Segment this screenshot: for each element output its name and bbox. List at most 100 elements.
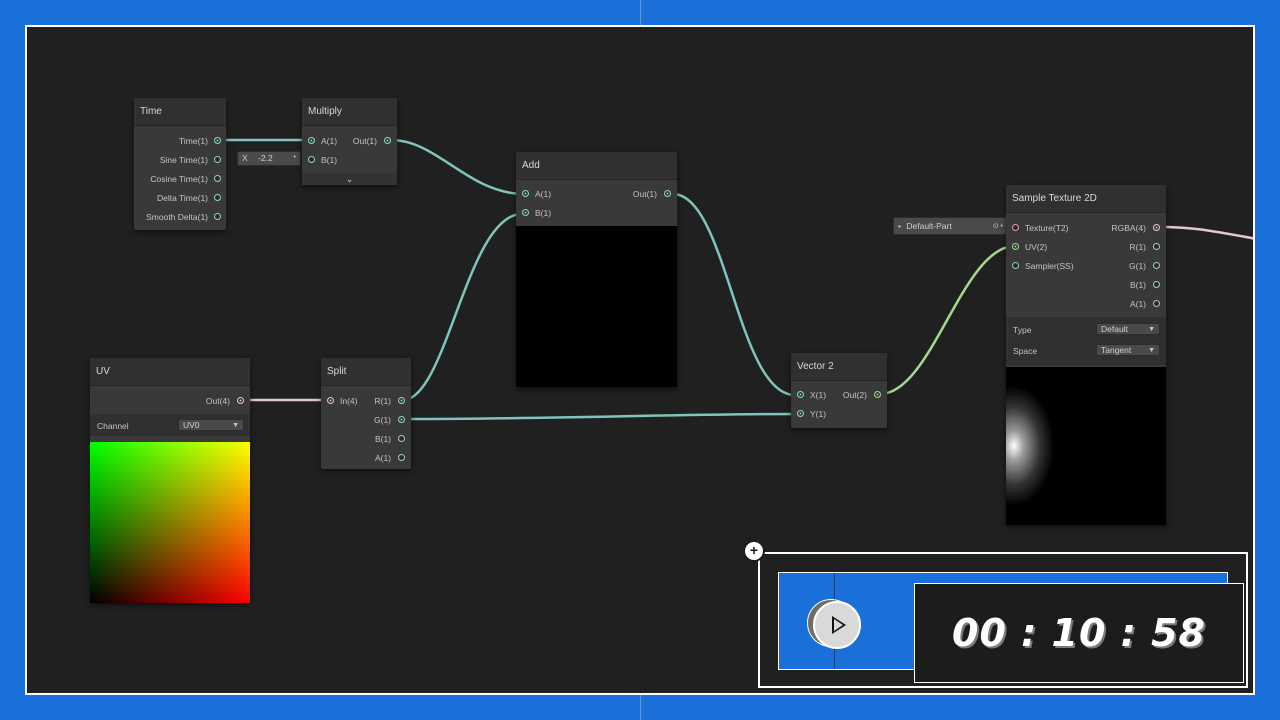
play-icon xyxy=(832,616,846,634)
timer-overlay: 00 : 10 : 58 xyxy=(758,552,1248,688)
sample-texture-2d-title: Sample Texture 2D xyxy=(1006,185,1166,213)
wire-rgba-out xyxy=(1159,225,1253,240)
multiply-b-axis-label: X xyxy=(242,153,248,163)
multiply-input-b-port[interactable] xyxy=(308,156,315,163)
split-output-b-label: B(1) xyxy=(374,434,391,444)
texture-default-field[interactable]: • Default-Part ⊙ • xyxy=(893,217,1008,235)
add-input-a-label: A(1) xyxy=(535,189,552,199)
split-output-b-port[interactable] xyxy=(398,435,405,442)
split-node[interactable]: Split In(4) R(1) G(1) B(1) A(1) xyxy=(321,358,411,469)
sample-texture-2d-node[interactable]: Sample Texture 2D Texture(T2) UV(2) Samp… xyxy=(1006,185,1166,525)
r-output-port[interactable] xyxy=(1153,243,1160,250)
gear-icon: • xyxy=(293,154,296,161)
space-dropdown[interactable]: Tangent ▼ xyxy=(1096,344,1160,356)
play-button[interactable] xyxy=(813,601,861,649)
space-label: Space xyxy=(1013,346,1038,356)
add-output-label: Out(1) xyxy=(632,189,657,199)
multiply-node[interactable]: Multiply A(1) B(1) Out(1) ⌄ xyxy=(302,98,397,185)
add-output-port[interactable] xyxy=(664,190,671,197)
split-input-label: In(4) xyxy=(340,396,358,406)
multiply-expand-toggle[interactable]: ⌄ xyxy=(302,173,397,185)
caret-down-icon: ▼ xyxy=(1148,347,1155,354)
add-node-title: Add xyxy=(516,152,677,180)
uv-node-title: UV xyxy=(90,358,250,386)
vector2-node-title: Vector 2 xyxy=(791,353,887,381)
smooth-delta-output-label: Smooth Delta(1) xyxy=(146,212,208,222)
uv-input-port[interactable] xyxy=(1012,243,1019,250)
multiply-input-a-port[interactable] xyxy=(308,137,315,144)
sampler-input-port[interactable] xyxy=(1012,262,1019,269)
uv-node[interactable]: UV Out(4) Channel UV0 ▼ xyxy=(90,358,250,603)
uv-output-label: Out(4) xyxy=(205,396,230,406)
uv-output-port[interactable] xyxy=(237,397,244,404)
uv-input-label: UV(2) xyxy=(1025,242,1048,252)
multiply-node-title: Multiply xyxy=(302,98,397,126)
caret-down-icon: ▼ xyxy=(232,422,239,429)
wire-add-to-vector2 xyxy=(672,192,796,397)
vector2-input-y-label: Y(1) xyxy=(810,409,827,419)
sine-time-output-port[interactable] xyxy=(214,156,221,163)
rgba-output-label: RGBA(4) xyxy=(1111,223,1146,233)
multiply-input-a-label: A(1) xyxy=(321,136,338,146)
uv-channel-row: Channel UV0 ▼ xyxy=(90,414,250,436)
timer-text: 00 : 10 : 58 xyxy=(952,611,1206,655)
multiply-b-value: -2.2 xyxy=(258,153,273,163)
uv-channel-value: UV0 xyxy=(183,420,200,430)
uv-preview xyxy=(90,442,250,603)
add-node[interactable]: Add A(1) B(1) Out(1) xyxy=(516,152,677,387)
split-output-r-label: R(1) xyxy=(374,396,391,406)
add-preview xyxy=(516,226,677,387)
delta-time-output-port[interactable] xyxy=(214,194,221,201)
split-output-a-port[interactable] xyxy=(398,454,405,461)
caret-down-icon: ▼ xyxy=(1148,326,1155,333)
sample-texture-settings: Type Default ▼ Space Tangent ▼ xyxy=(1006,317,1166,365)
multiply-b-input-field[interactable]: X -2.2 • xyxy=(237,151,301,166)
wire-split-g-to-vector2 xyxy=(402,412,796,421)
split-output-a-label: A(1) xyxy=(374,453,391,463)
texture-input-port[interactable] xyxy=(1012,224,1019,231)
multiply-output-port[interactable] xyxy=(384,137,391,144)
add-input-b-port[interactable] xyxy=(522,209,529,216)
r-output-label: R(1) xyxy=(1129,242,1146,252)
time-node-title: Time xyxy=(134,98,226,126)
wire-multiply-to-add xyxy=(390,138,523,196)
timer-panel: 00 : 10 : 58 xyxy=(778,572,1244,683)
gear-icon: ⊙ • xyxy=(992,223,1003,230)
texture-input-label: Texture(T2) xyxy=(1025,223,1069,233)
sample-texture-preview xyxy=(1006,367,1166,525)
wire-vector2-to-sampletexture xyxy=(879,244,1016,396)
vector2-output-port[interactable] xyxy=(874,391,881,398)
uv-channel-dropdown[interactable]: UV0 ▼ xyxy=(178,419,244,431)
vector2-input-y-port[interactable] xyxy=(797,410,804,417)
cosine-time-output-port[interactable] xyxy=(214,175,221,182)
sine-time-output-label: Sine Time(1) xyxy=(159,155,208,165)
split-output-g-label: G(1) xyxy=(374,415,391,425)
split-output-g-port[interactable] xyxy=(398,416,405,423)
rgba-output-port[interactable] xyxy=(1153,224,1160,231)
type-dropdown[interactable]: Default ▼ xyxy=(1096,323,1160,335)
split-input-port[interactable] xyxy=(327,397,334,404)
g-output-port[interactable] xyxy=(1153,262,1160,269)
chevron-down-icon: ⌄ xyxy=(345,174,354,184)
b-output-port[interactable] xyxy=(1153,281,1160,288)
time-node[interactable]: Time Time(1) Sine Time(1) Cosine Time(1)… xyxy=(134,98,226,230)
type-label: Type xyxy=(1013,325,1032,335)
b-output-label: B(1) xyxy=(1129,280,1146,290)
wire-split-r-to-add xyxy=(402,212,523,402)
video-frame: Time Time(1) Sine Time(1) Cosine Time(1)… xyxy=(0,0,1280,720)
a-output-port[interactable] xyxy=(1153,300,1160,307)
vector2-node[interactable]: Vector 2 X(1) Y(1) Out(2) xyxy=(791,353,887,428)
vector2-input-x-label: X(1) xyxy=(810,390,827,400)
timer-display: 00 : 10 : 58 xyxy=(914,583,1244,683)
add-input-a-port[interactable] xyxy=(522,190,529,197)
time-output-port[interactable] xyxy=(214,137,221,144)
vector2-output-label: Out(2) xyxy=(842,390,867,400)
delta-time-output-label: Delta Time(1) xyxy=(156,193,208,203)
multiply-output-label: Out(1) xyxy=(352,136,377,146)
add-handle-button[interactable]: + xyxy=(743,540,765,562)
smooth-delta-output-port[interactable] xyxy=(214,213,221,220)
sampler-input-label: Sampler(SS) xyxy=(1025,261,1074,271)
uv-channel-label: Channel xyxy=(97,421,129,431)
vector2-input-x-port[interactable] xyxy=(797,391,804,398)
split-output-r-port[interactable] xyxy=(398,397,405,404)
